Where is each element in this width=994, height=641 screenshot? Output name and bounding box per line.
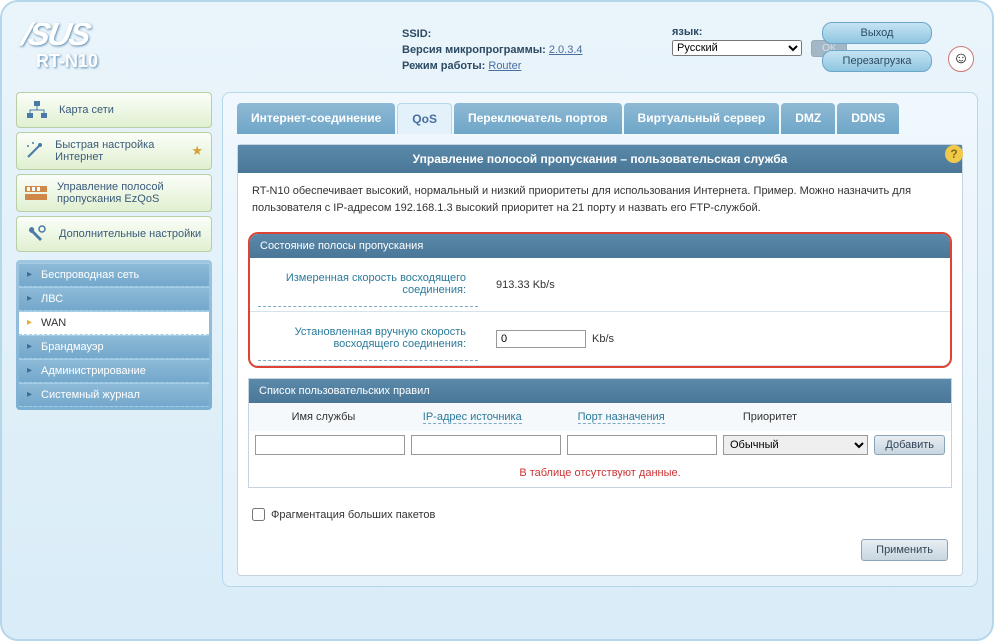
col-priority: Приоритет <box>696 403 845 431</box>
reboot-button[interactable]: Перезагрузка <box>822 50 932 72</box>
submenu-firewall[interactable]: Брандмауэр <box>19 335 209 359</box>
firmware-label: Версия микропрограммы: <box>402 44 546 56</box>
help-icon[interactable]: ? <box>945 145 963 163</box>
mode-label: Режим работы: <box>402 60 485 72</box>
panel-description: RT-N10 обеспечивает высокий, нормальный … <box>238 173 962 226</box>
bandwidth-icon <box>25 183 47 203</box>
firmware-link[interactable]: 2.0.3.4 <box>549 44 583 56</box>
add-rule-button[interactable]: Добавить <box>874 435 945 455</box>
fragmentation-checkbox[interactable] <box>252 508 265 521</box>
sidebar-advanced[interactable]: Дополнительные настройки <box>16 216 212 252</box>
language-label: язык: <box>672 26 847 38</box>
network-icon <box>25 100 49 120</box>
priority-select[interactable]: Обычный <box>723 435 868 455</box>
tabs: Интернет-соединение QoS Переключатель по… <box>237 103 963 134</box>
language-select[interactable]: Русский <box>672 40 802 56</box>
bandwidth-status-box: Состояние полосы пропускания Измеренная … <box>248 232 952 368</box>
sidebar-label: Быстрая настройка Интернет <box>55 139 181 163</box>
manual-speed-input[interactable] <box>496 330 586 348</box>
logout-button[interactable]: Выход <box>822 22 932 44</box>
brand-logo: /SUS <box>19 16 226 53</box>
star-icon: ★ <box>191 143 203 159</box>
measured-speed-value: 913.33 Kb/s <box>486 258 950 311</box>
model-name: RT-N10 <box>36 51 222 72</box>
tab-dmz[interactable]: DMZ <box>781 103 835 134</box>
sidebar-label: Дополнительные настройки <box>59 228 201 240</box>
ssid-label: SSID: <box>402 28 431 40</box>
speed-unit: Kb/s <box>592 333 614 345</box>
sidebar-label: Карта сети <box>59 104 114 116</box>
submenu-wan[interactable]: WAN <box>19 311 209 335</box>
col-port[interactable]: Порт назначения <box>578 411 665 424</box>
manual-speed-label: Установленная вручную скорость восходяще… <box>258 316 478 361</box>
tools-icon <box>25 224 49 244</box>
tab-internet[interactable]: Интернет-соединение <box>237 103 395 134</box>
rules-section-header: Список пользовательских правил <box>249 379 951 403</box>
fragmentation-label: Фрагментация больших пакетов <box>271 509 435 521</box>
apply-button[interactable]: Применить <box>861 539 948 561</box>
logo-block: /SUS RT-N10 <box>22 10 222 72</box>
rules-section: Список пользовательских правил Имя служб… <box>248 378 952 488</box>
submenu: Беспроводная сеть ЛВС WAN Брандмауэр Адм… <box>16 260 212 410</box>
submenu-wireless[interactable]: Беспроводная сеть <box>19 263 209 287</box>
main-panel: Интернет-соединение QoS Переключатель по… <box>222 92 978 587</box>
service-name-input[interactable] <box>255 435 405 455</box>
panel-title: Управление полосой пропускания – пользов… <box>238 145 962 173</box>
col-ip[interactable]: IP-адрес источника <box>423 411 522 424</box>
dest-port-input[interactable] <box>567 435 717 455</box>
no-data-message: В таблице отсутствуют данные. <box>249 459 951 487</box>
wand-icon <box>25 141 45 161</box>
col-service: Имя службы <box>249 403 398 431</box>
mode-link[interactable]: Router <box>488 60 521 72</box>
tab-qos[interactable]: QoS <box>397 103 452 134</box>
source-ip-input[interactable] <box>411 435 561 455</box>
tab-port-switch[interactable]: Переключатель портов <box>454 103 622 134</box>
router-info: SSID: Версия микропрограммы: 2.0.3.4 Реж… <box>402 10 583 76</box>
tab-virtual-server[interactable]: Виртуальный сервер <box>624 103 780 134</box>
tab-ddns[interactable]: DDNS <box>837 103 899 134</box>
submenu-lan[interactable]: ЛВС <box>19 287 209 311</box>
sidebar-label: Управление полосой пропускания EzQoS <box>57 181 203 205</box>
bandwidth-section-header: Состояние полосы пропускания <box>250 234 950 258</box>
user-face-icon[interactable]: ☺ <box>948 46 974 72</box>
sidebar-ezqos[interactable]: Управление полосой пропускания EzQoS <box>16 174 212 212</box>
sidebar-network-map[interactable]: Карта сети <box>16 92 212 128</box>
measured-speed-label: Измеренная скорость восходящего соединен… <box>258 262 478 307</box>
submenu-admin[interactable]: Администрирование <box>19 359 209 383</box>
sidebar-quick-setup[interactable]: Быстрая настройка Интернет ★ <box>16 132 212 170</box>
submenu-syslog[interactable]: Системный журнал <box>19 383 209 407</box>
sidebar: Карта сети Быстрая настройка Интернет ★ … <box>16 92 212 587</box>
